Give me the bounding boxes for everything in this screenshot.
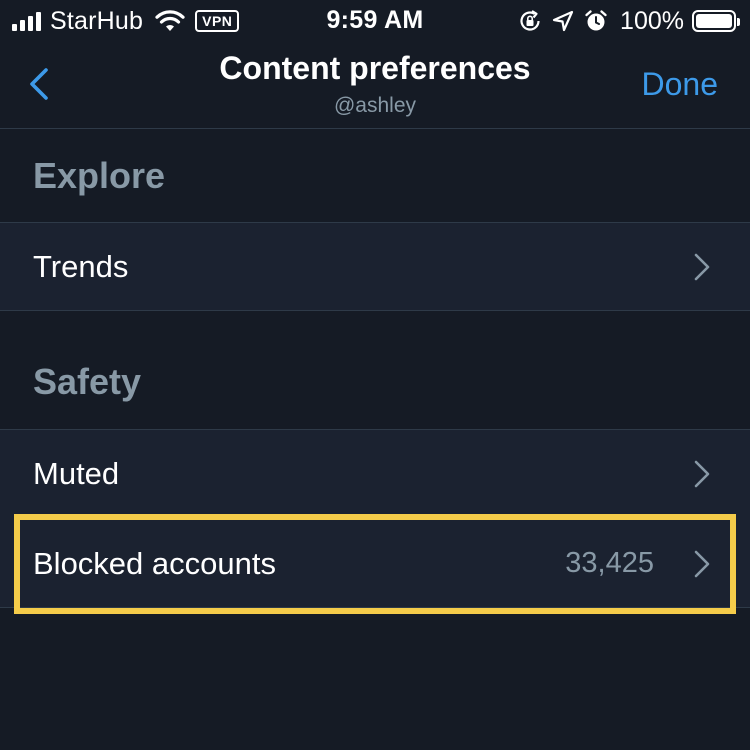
location-icon — [552, 10, 574, 32]
row-label: Muted — [33, 456, 120, 491]
alarm-icon — [585, 10, 607, 31]
battery-icon — [692, 10, 740, 32]
section-header-explore: Explore — [0, 129, 750, 223]
list-item-muted[interactable]: Muted — [0, 430, 750, 518]
row-label: Trends — [33, 249, 129, 284]
chevron-right-icon — [694, 460, 710, 488]
chevron-right-icon — [694, 253, 710, 281]
section-title: Safety — [33, 361, 142, 402]
blocked-accounts-count: 33,425 — [565, 547, 654, 579]
battery-percentage: 100% — [620, 6, 684, 35]
list-item-blocked-accounts[interactable]: Blocked accounts 33,425 — [0, 518, 750, 608]
done-button[interactable]: Done — [642, 66, 719, 103]
page-title: Content preferences — [219, 50, 531, 86]
chevron-right-icon — [694, 550, 710, 578]
orientation-lock-icon — [520, 10, 540, 31]
section-title: Explore — [33, 155, 166, 196]
row-label: Blocked accounts — [33, 546, 276, 581]
list-item-trends[interactable]: Trends — [0, 223, 750, 311]
section-header-safety: Safety — [0, 311, 750, 430]
status-bar: StarHub VPN 9:59 AM 100% — [0, 0, 750, 42]
empty-background — [0, 608, 750, 750]
status-bar-right: 100% — [508, 6, 740, 36]
navigation-bar: Content preferences @ashley Done — [0, 42, 750, 129]
account-handle: @ashley — [333, 94, 417, 117]
